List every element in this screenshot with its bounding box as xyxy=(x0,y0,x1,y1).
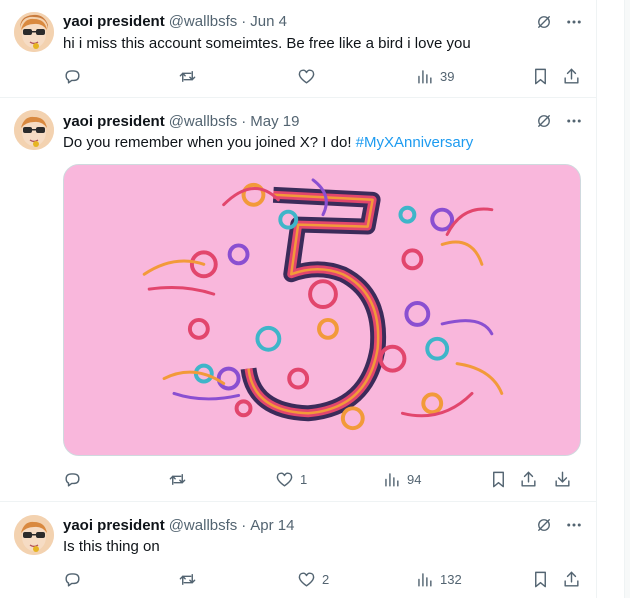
tweet[interactable]: yaoi president @wallbsfs · May 19 Do you… xyxy=(0,98,597,502)
views-icon xyxy=(418,69,432,84)
views-button[interactable]: 39 xyxy=(415,62,454,90)
author-name[interactable]: yaoi president xyxy=(63,517,165,534)
avatar[interactable] xyxy=(14,515,54,555)
grok-icon[interactable] xyxy=(533,110,555,132)
tweet-header: yaoi president @wallbsfs · May 19 xyxy=(63,111,299,131)
bookmark-icon xyxy=(535,571,546,587)
share-icon xyxy=(521,471,536,487)
like-icon xyxy=(298,68,315,84)
reply-button[interactable] xyxy=(63,465,88,493)
tweet-actions: 2 132 xyxy=(55,565,591,593)
like-button[interactable] xyxy=(297,62,322,90)
repost-button[interactable] xyxy=(168,465,193,493)
repost-icon xyxy=(169,473,186,485)
tweet-text: Do you remember when you joined X? I do!… xyxy=(63,133,473,153)
reply-icon xyxy=(65,69,80,84)
more-icon[interactable] xyxy=(563,514,585,536)
tweet[interactable]: yaoi president @wallbsfs · Apr 14 Is thi… xyxy=(0,502,597,598)
reply-button[interactable] xyxy=(63,565,88,593)
more-icon[interactable] xyxy=(563,110,585,132)
hashtag-link[interactable]: #MyXAnniversary xyxy=(356,134,474,151)
separator-dot: · xyxy=(241,516,247,534)
tweet-date[interactable]: Apr 14 xyxy=(250,517,294,534)
avatar-image xyxy=(14,515,54,555)
timeline: yaoi president @wallbsfs · Jun 4 hi i mi… xyxy=(0,0,597,598)
separator-dot: · xyxy=(241,112,247,130)
tweet-top-actions xyxy=(533,11,585,33)
tweet-actions: 39 xyxy=(55,62,591,90)
like-icon xyxy=(276,471,293,487)
tweet-top-actions xyxy=(533,110,585,132)
share-button[interactable] xyxy=(562,62,581,90)
tweet-date[interactable]: May 19 xyxy=(250,113,299,130)
views-icon xyxy=(418,572,432,587)
author-handle[interactable]: @wallbsfs xyxy=(169,13,238,30)
tweet-header: yaoi president @wallbsfs · Jun 4 xyxy=(63,11,287,31)
repost-button[interactable] xyxy=(178,565,203,593)
repost-button[interactable] xyxy=(178,62,203,90)
tweet-text: Is this thing on xyxy=(63,538,160,555)
bookmark-icon xyxy=(535,68,546,84)
views-button[interactable]: 94 xyxy=(382,465,421,493)
views-button[interactable]: 132 xyxy=(415,565,462,593)
reply-icon xyxy=(65,472,80,487)
bookmark-button[interactable] xyxy=(489,465,508,493)
tweet-text: hi i miss this account someimtes. Be fre… xyxy=(63,35,471,52)
more-icon[interactable] xyxy=(563,11,585,33)
bookmark-button[interactable] xyxy=(531,62,550,90)
tweet-header: yaoi president @wallbsfs · Apr 14 xyxy=(63,515,294,535)
separator-dot: · xyxy=(241,12,247,30)
author-handle[interactable]: @wallbsfs xyxy=(169,113,238,130)
tweet-text-body: Do you remember when you joined X? I do! xyxy=(63,134,356,151)
tweet-actions: 1 94 xyxy=(55,465,591,493)
views-count: 39 xyxy=(440,68,455,84)
grok-icon[interactable] xyxy=(533,11,555,33)
download-button[interactable] xyxy=(553,465,572,493)
tweet-media-image[interactable] xyxy=(63,164,581,456)
share-button[interactable] xyxy=(562,565,581,593)
grok-icon[interactable] xyxy=(533,514,555,536)
tweet-date[interactable]: Jun 4 xyxy=(250,13,287,30)
reply-icon xyxy=(65,572,80,587)
like-icon xyxy=(298,571,315,587)
repost-icon xyxy=(179,70,196,82)
bookmark-icon xyxy=(493,471,504,487)
tweet-top-actions xyxy=(533,514,585,536)
reply-button[interactable] xyxy=(63,62,88,90)
like-count: 1 xyxy=(300,471,308,487)
like-count: 2 xyxy=(322,571,330,587)
right-sidebar-edge xyxy=(624,0,630,598)
download-icon xyxy=(555,471,570,487)
share-icon xyxy=(564,571,579,587)
views-icon xyxy=(385,472,399,487)
author-handle[interactable]: @wallbsfs xyxy=(169,517,238,534)
views-count: 132 xyxy=(440,571,462,587)
avatar-image xyxy=(14,12,54,52)
repost-icon xyxy=(179,573,196,585)
tweet[interactable]: yaoi president @wallbsfs · Jun 4 hi i mi… xyxy=(0,0,597,98)
quilling-five-artwork xyxy=(64,165,580,455)
author-name[interactable]: yaoi president xyxy=(63,113,165,130)
share-icon xyxy=(564,68,579,84)
share-button[interactable] xyxy=(519,465,538,493)
avatar[interactable] xyxy=(14,12,54,52)
views-count: 94 xyxy=(407,471,422,487)
avatar[interactable] xyxy=(14,110,54,150)
bookmark-button[interactable] xyxy=(531,565,550,593)
author-name[interactable]: yaoi president xyxy=(63,13,165,30)
avatar-image xyxy=(14,110,54,150)
like-button[interactable]: 2 xyxy=(297,565,329,593)
like-button[interactable]: 1 xyxy=(275,465,307,493)
